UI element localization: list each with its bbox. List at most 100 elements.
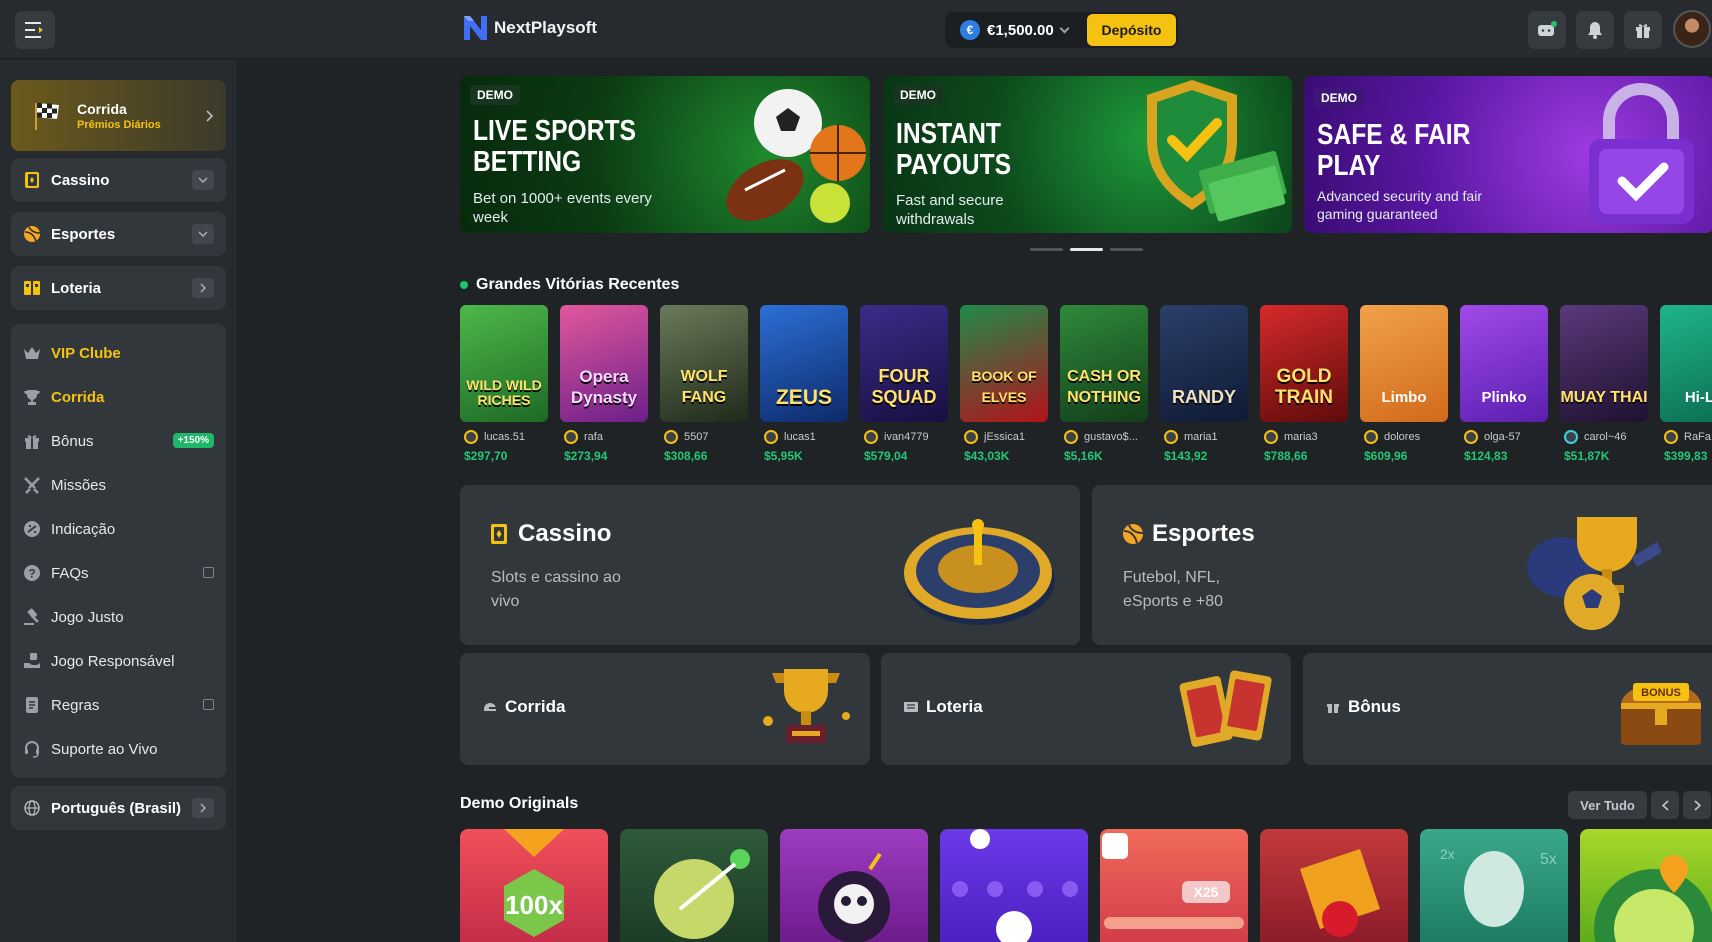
main-content: DEMO LIVE SPORTS BETTING Bet on 1000+ ev… [237, 60, 1712, 942]
rewards-button[interactable] [1624, 11, 1662, 49]
svg-text:100x: 100x [505, 890, 563, 920]
carousel-dot-active[interactable] [1070, 248, 1103, 251]
crown-icon [23, 344, 41, 362]
trophy-illustration [763, 669, 850, 743]
carousel-dot[interactable] [1110, 248, 1143, 251]
race-card-text: Corrida Prêmios Diários [77, 101, 161, 131]
demo-tag: DEMO [1314, 88, 1364, 108]
casino-icon [23, 171, 41, 189]
sidebar-item-live-support[interactable]: Suporte ao Vivo [11, 727, 226, 771]
original-game-card[interactable] [940, 829, 1088, 942]
original-game-card[interactable]: 100x [460, 829, 608, 942]
user-avatar[interactable] [1673, 10, 1711, 48]
win-card[interactable]: RANDY maria1 $143,92 [1160, 305, 1248, 463]
win-card[interactable]: Limbo dolores $609,96 [1360, 305, 1448, 463]
win-card[interactable]: WILD WILD RICHES lucas.51 $297,70 [460, 305, 548, 463]
next-button[interactable] [1683, 791, 1711, 819]
carousel-dot[interactable] [1030, 248, 1063, 251]
sidebar-item-faqs[interactable]: ? FAQs [11, 551, 226, 595]
lottery-ticket-icon [23, 279, 41, 297]
sidebar-item-missions[interactable]: Missões [11, 463, 226, 507]
language-selector[interactable]: Português (Brasil) [11, 786, 226, 830]
original-game-card[interactable] [1580, 829, 1712, 942]
banner-safe-fair-play[interactable]: DEMO SAFE & FAIR PLAY Advanced security … [1304, 76, 1712, 233]
game-thumbnail: Opera Dynasty [560, 305, 648, 422]
sidebar-item-fair-play[interactable]: Jogo Justo [11, 595, 226, 639]
win-amount: $5,16K [1064, 449, 1103, 463]
open-button[interactable] [192, 278, 214, 298]
game-thumbnail: BOOK OF ELVES [960, 305, 1048, 422]
deposit-button[interactable]: Depósito [1087, 14, 1176, 46]
win-username: jEssica1 [984, 431, 1025, 443]
game-thumbnail: FOUR SQUAD [860, 305, 948, 422]
notifications-button[interactable] [1576, 11, 1614, 49]
user-rank-icon [1364, 430, 1378, 444]
sidebar-item-casino[interactable]: Cassino [11, 158, 226, 202]
globe-icon [23, 799, 41, 817]
sidebar-item-race[interactable]: Corrida [11, 375, 226, 419]
menu-toggle-button[interactable] [15, 11, 55, 49]
sidebar-item-sports[interactable]: Esportes [11, 212, 226, 256]
user-rank-icon [764, 430, 778, 444]
expand-button[interactable] [192, 170, 214, 190]
win-card[interactable]: CASH OR NOTHING gustavo$... $5,16K [1060, 305, 1148, 463]
win-username: olga-57 [1484, 431, 1521, 443]
sports-ball-icon [23, 225, 41, 243]
brand-logo[interactable]: NextPlaysoft [462, 14, 597, 42]
sidebar-item-bonus[interactable]: Bônus +150% [11, 419, 226, 463]
roulette-illustration [904, 519, 1055, 625]
original-game-card[interactable]: X25 [1100, 829, 1248, 942]
win-card[interactable]: FOUR SQUAD ivan4779 $579,04 [860, 305, 948, 463]
race-subtitle: Prêmios Diários [77, 118, 161, 131]
treasure-chest-illustration: BONUS [1621, 683, 1701, 745]
sidebar-item-referral[interactable]: Indicação [11, 507, 226, 551]
gift-icon [23, 432, 41, 450]
original-game-card[interactable] [780, 829, 928, 942]
sidebar-item-vip-club[interactable]: VIP Clube [11, 331, 226, 375]
category-card-sports[interactable]: Esportes Futebol, NFL, eSports e +80 [1092, 485, 1712, 645]
win-card[interactable]: Opera Dynasty rafa $273,94 [560, 305, 648, 463]
original-game-card[interactable]: 2x 5x [1420, 829, 1568, 942]
rules-icon [23, 696, 41, 714]
win-username: ivan4779 [884, 431, 929, 443]
category-card-race[interactable]: Corrida [460, 653, 870, 765]
win-card[interactable]: Hi-Lo RaFa1 $399,83 [1660, 305, 1712, 463]
daily-race-card[interactable]: Corrida Prêmios Diários [11, 80, 226, 151]
chat-button[interactable] [1528, 11, 1566, 49]
prev-button[interactable] [1651, 791, 1679, 819]
win-amount: $609,96 [1364, 449, 1408, 463]
win-card[interactable]: GOLD TRAIN maria3 $788,66 [1260, 305, 1348, 463]
original-game-card[interactable] [620, 829, 768, 942]
banner-live-sports[interactable]: DEMO LIVE SPORTS BETTING Bet on 1000+ ev… [460, 76, 870, 233]
win-username: maria3 [1284, 431, 1318, 443]
category-card-casino[interactable]: Cassino Slots e cassino ao vivo [460, 485, 1080, 645]
win-card[interactable]: Plinko olga-57 $124,83 [1460, 305, 1548, 463]
see-all-button[interactable]: Ver Tudo [1568, 791, 1647, 819]
wallet-selector[interactable]: € €1,500.00 Depósito [945, 12, 1178, 48]
euro-icon: € [960, 20, 980, 40]
win-card[interactable]: BOOK OF ELVES jEssica1 $43,03K [960, 305, 1048, 463]
banner-instant-payouts[interactable]: DEMO INSTANT PAYOUTS Fast and secure wit… [883, 76, 1292, 233]
win-card[interactable]: ZEUS lucas1 $5,95K [760, 305, 848, 463]
user-rank-icon [1564, 430, 1578, 444]
sidebar-item-lottery[interactable]: Loteria [11, 266, 226, 310]
expand-button[interactable] [192, 224, 214, 244]
sidebar-item-responsible-gaming[interactable]: Jogo Responsável [11, 639, 226, 683]
trophy-ball-illustration [1527, 517, 1662, 630]
win-card[interactable]: MUAY THAI carol~46 $51,87K [1560, 305, 1648, 463]
language-open-button[interactable] [192, 798, 214, 818]
user-rank-icon [1164, 430, 1178, 444]
bonus-badge: +150% [172, 433, 214, 448]
original-game-card[interactable] [1260, 829, 1408, 942]
category-subtitle: Futebol, NFL, eSports e +80 [1123, 569, 1224, 610]
win-card[interactable]: WOLF FANG 5507 $308,66 [660, 305, 748, 463]
gift-icon [1636, 24, 1650, 38]
sidebar-item-label: VIP Clube [51, 344, 121, 362]
sidebar-item-label: Loteria [51, 279, 102, 297]
win-username: lucas.51 [484, 431, 525, 443]
sidebar-item-rules[interactable]: Regras [11, 683, 226, 727]
sidebar-item-label: FAQs [51, 564, 89, 582]
category-card-lottery[interactable]: Loteria [881, 653, 1291, 765]
banner-title: LIVE SPORTS BETTING [473, 115, 637, 178]
category-card-bonus[interactable]: Bônus BONUS [1303, 653, 1712, 765]
